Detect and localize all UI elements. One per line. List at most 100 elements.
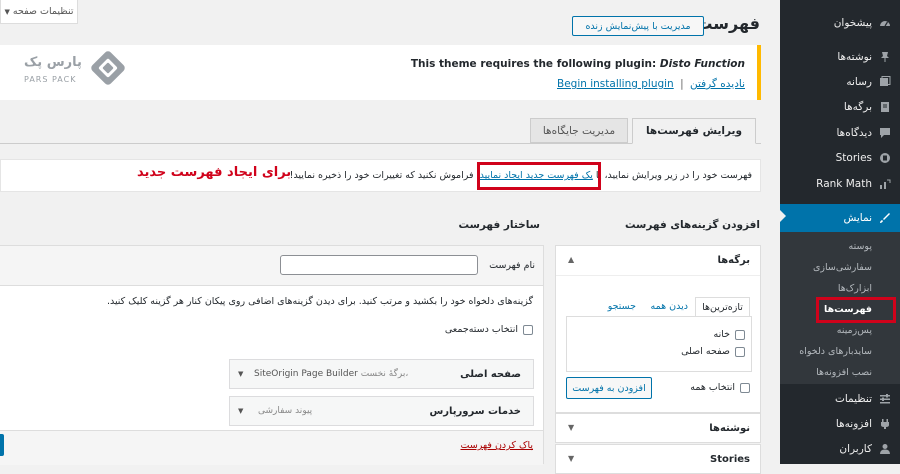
comment-icon xyxy=(878,126,892,140)
sidebar-item-label: پیشخوان xyxy=(833,16,872,29)
add-items-heading: افزودن گزینه‌های فهرست xyxy=(624,219,760,231)
caret-down-icon: ▼ xyxy=(568,454,575,463)
menus-highlight-box xyxy=(816,297,896,323)
pages-metabox-header[interactable]: برگه‌ها ▲ xyxy=(556,246,760,276)
screen-options-label: تنظیمات صفحه xyxy=(12,6,74,17)
begin-installing-link[interactable]: Begin installing plugin xyxy=(557,78,674,90)
instruction-part1: فهرست خود را در زیر ویرایش نمایید، یا xyxy=(592,170,752,181)
sidebar-item-media[interactable]: رسانه xyxy=(780,69,900,94)
submenu-item-install-plugins[interactable]: نصب افزونه‌ها xyxy=(780,362,900,382)
list-item[interactable]: صفحه اصلی xyxy=(681,346,745,357)
sidebar-item-posts[interactable]: نوشته‌ها xyxy=(780,44,900,69)
instruction-bar: فهرست خود را در زیر ویرایش نمایید، یا یک… xyxy=(0,159,761,192)
select-all-label: انتخاب همه xyxy=(690,382,735,393)
tab-search[interactable]: جستجو xyxy=(608,301,636,312)
checkbox[interactable] xyxy=(523,324,533,335)
sidebar-item-appearance[interactable]: نمایش xyxy=(780,204,900,232)
submenu-item-custom-sidebars[interactable]: سایدبارهای دلخواه xyxy=(780,341,900,361)
sidebar-item-label: افزونه‌ها xyxy=(835,417,872,430)
checkbox[interactable] xyxy=(735,346,745,357)
sidebar-item-label: Stories xyxy=(835,151,872,164)
pages-list-panel: خانه صفحه اصلی xyxy=(566,316,752,372)
tab-manage-locations[interactable]: مدیریت جایگاه‌ها xyxy=(530,118,628,143)
pin-icon xyxy=(878,50,892,64)
menu-item-toggle-icon[interactable]: ▼ xyxy=(238,407,243,415)
menu-item-title: خدمات سرورپارس xyxy=(429,406,521,417)
users-icon xyxy=(878,442,892,456)
parspack-logo: پارس پک PARS PACK xyxy=(20,49,135,93)
sidebar-item-dashboard[interactable]: پیشخوان xyxy=(780,10,900,35)
notice-plugin-name: Disto Function xyxy=(659,58,745,70)
checkbox[interactable] xyxy=(735,329,745,340)
tab-most-recent[interactable]: تازه‌ترین‌ها xyxy=(695,297,750,317)
menu-item-type-label: SiteOrigin Page Builder xyxy=(254,369,358,379)
sidebar-item-plugins[interactable]: افزونه‌ها xyxy=(780,411,900,436)
add-to-menu-button[interactable]: افزودن به فهرست xyxy=(566,377,652,399)
bulk-select-toggle[interactable]: انتخاب دسته‌جمعی xyxy=(445,324,533,335)
tab-edit-menus[interactable]: ویرایش فهرست‌ها xyxy=(632,118,756,144)
menu-item-bar[interactable]: صفحه اصلی SiteOrigin Page Builder برگهٔ … xyxy=(229,359,534,389)
sidebar-item-stories[interactable]: Stories xyxy=(780,145,900,170)
menu-management-panel: نام فهرست گزینه‌های دلخواه خود را بکشید … xyxy=(0,245,544,465)
checkbox[interactable] xyxy=(740,382,750,393)
notice-prefix: This theme requires the following plugin… xyxy=(410,58,660,70)
sidebar-item-rank-math[interactable]: Rank Math xyxy=(780,171,900,196)
menu-item-subtype: برگهٔ نخست، xyxy=(360,369,409,379)
notice-text: This theme requires the following plugin… xyxy=(411,58,745,70)
media-icon xyxy=(878,75,892,89)
pages-metabox-title: برگه‌ها xyxy=(717,255,750,266)
menu-item-bar[interactable]: خدمات سرورپارس پیوند سفارشی ▼ xyxy=(229,396,534,426)
menu-help-text: گزینه‌های دلخواه خود را بکشید و مرتب کنی… xyxy=(106,296,533,307)
appearance-icon xyxy=(878,211,892,225)
posts-metabox-title: نوشته‌ها xyxy=(709,423,750,434)
stories-metabox[interactable]: Stories ▼ xyxy=(555,444,761,474)
caret-up-icon: ▲ xyxy=(568,255,575,264)
live-preview-button[interactable]: مدیریت با پیش‌نمایش زنده xyxy=(572,16,704,36)
menu-item-toggle-icon[interactable]: ▼ xyxy=(238,370,243,378)
save-menu-button[interactable] xyxy=(0,434,4,456)
menu-item-type: SiteOrigin Page Builder برگهٔ نخست، xyxy=(254,369,408,379)
notice-links: Begin installing plugin | نادیده گرفتن xyxy=(557,78,745,90)
list-item[interactable]: خانه xyxy=(713,329,745,340)
menu-footer-band: پاک کردن فهرست xyxy=(0,430,543,465)
sidebar-item-label: Rank Math xyxy=(816,177,872,190)
sidebar-item-pages[interactable]: برگه‌ها xyxy=(780,94,900,119)
sidebar-item-label: دیدگاه‌ها xyxy=(836,126,872,139)
stories-metabox-title: Stories xyxy=(710,454,750,465)
sidebar-item-label: نمایش xyxy=(843,212,872,224)
screen-options-button[interactable]: تنظیمات صفحه ▼ xyxy=(0,0,78,24)
submenu-item-widgets[interactable]: ابزارک‌ها xyxy=(780,278,900,298)
menu-structure-heading: ساختار فهرست xyxy=(458,219,540,231)
logo-text-fa: پارس پک xyxy=(24,55,82,70)
sidebar-item-comments[interactable]: دیدگاه‌ها xyxy=(780,120,900,145)
submenu-item-background[interactable]: پس‌زمینه xyxy=(780,320,900,340)
menu-item-title: صفحه اصلی xyxy=(460,369,521,380)
settings-icon xyxy=(878,392,892,406)
annotation-label: برای ایجاد فهرست جدید xyxy=(137,165,292,180)
posts-metabox[interactable]: نوشته‌ها ▼ xyxy=(555,413,761,443)
plugins-icon xyxy=(878,417,892,431)
delete-menu-link[interactable]: پاک کردن فهرست xyxy=(460,440,533,451)
menu-name-input[interactable] xyxy=(280,255,478,275)
submenu-item-themes[interactable]: پوسته xyxy=(780,236,900,256)
logo-text-en: PARS PACK xyxy=(24,75,77,84)
dismiss-notice-link[interactable]: نادیده گرفتن xyxy=(690,78,745,90)
sidebar-item-label: رسانه xyxy=(846,75,872,88)
select-all-pages[interactable]: انتخاب همه xyxy=(690,382,750,393)
tab-view-all[interactable]: دیدن همه xyxy=(651,301,688,312)
sidebar-item-label: تنظیمات xyxy=(834,392,872,405)
dashboard-icon xyxy=(878,16,892,30)
sidebar-item-users[interactable]: کاربران xyxy=(780,436,900,461)
plugin-notice: This theme requires the following plugin… xyxy=(0,45,761,100)
list-item-label: صفحه اصلی xyxy=(681,346,730,357)
menu-header-band: نام فهرست xyxy=(0,246,543,286)
bulk-select-label: انتخاب دسته‌جمعی xyxy=(444,324,518,335)
caret-down-icon: ▼ xyxy=(568,423,575,432)
sidebar-item-settings[interactable]: تنظیمات xyxy=(780,386,900,411)
stories-icon xyxy=(878,151,892,165)
sidebar-item-label: کاربران xyxy=(839,442,872,455)
create-link-highlight-box xyxy=(477,162,601,190)
submenu-item-customize[interactable]: سفارشی‌سازی xyxy=(780,257,900,277)
menu-name-label: نام فهرست xyxy=(489,260,535,271)
rank-math-icon xyxy=(878,177,892,191)
